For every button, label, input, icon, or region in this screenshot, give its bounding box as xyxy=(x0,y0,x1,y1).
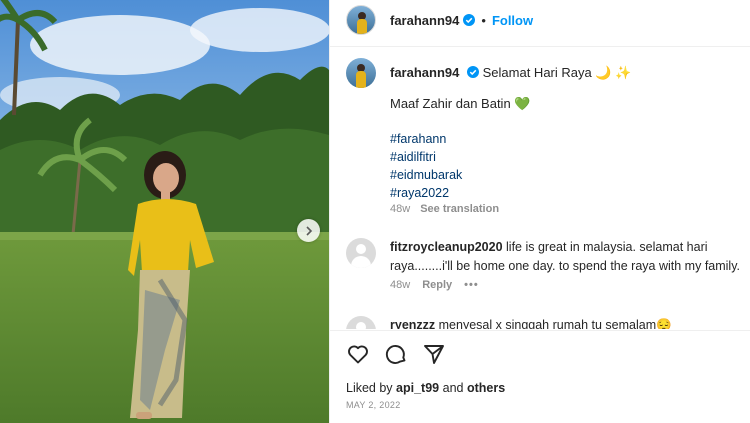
comment-age: 48w xyxy=(390,279,411,291)
post-details-panel: farahann94 • Follow farahann94 Selamat H… xyxy=(329,0,750,423)
caption-meta: 48w See translation xyxy=(390,203,499,215)
liked-by-and: and xyxy=(442,381,464,395)
comment-meta: 48w Reply ••• xyxy=(390,279,479,291)
hashtag-link[interactable]: #eidmubarak xyxy=(390,166,462,184)
heart-icon[interactable] xyxy=(346,342,370,366)
caption-age: 48w xyxy=(390,203,411,215)
verified-badge-icon xyxy=(463,14,476,26)
comment-icon[interactable] xyxy=(384,342,408,366)
hashtag-link[interactable]: #raya2022 xyxy=(390,184,462,202)
post-header: farahann94 • Follow xyxy=(346,5,533,35)
caption-avatar[interactable] xyxy=(346,58,376,88)
reply-button[interactable]: Reply xyxy=(422,279,452,291)
hashtag-link[interactable]: #farahann xyxy=(390,130,462,148)
actions-divider xyxy=(330,330,750,331)
caption-line-2: Maaf Zahir dan Batin 💚 xyxy=(390,96,531,111)
post-photo xyxy=(0,0,329,423)
share-icon[interactable] xyxy=(422,342,446,366)
comment-text: menyesal x singgah rumah tu semalam😔 xyxy=(438,318,672,329)
photo-scene xyxy=(0,0,329,423)
see-translation-link[interactable]: See translation xyxy=(420,203,499,215)
author-username[interactable]: farahann94 xyxy=(390,13,459,28)
post-date: MAY 2, 2022 xyxy=(346,400,401,410)
comment-username[interactable]: ryenzzz xyxy=(390,318,435,329)
header-divider xyxy=(330,46,750,47)
caption: farahann94 Selamat Hari Raya 🌙 ✨ xyxy=(346,58,740,88)
more-options-button[interactable]: ••• xyxy=(464,279,479,291)
caption-username[interactable]: farahann94 xyxy=(390,65,459,80)
liked-by-user[interactable]: api_t99 xyxy=(396,381,439,395)
comment-avatar[interactable] xyxy=(346,238,376,268)
liked-by-others[interactable]: others xyxy=(467,381,505,395)
liked-by-prefix: Liked by xyxy=(346,381,393,395)
hashtag-list: #farahann #aidilfitri #eidmubarak #raya2… xyxy=(390,130,462,202)
comment-avatar[interactable] xyxy=(346,316,376,329)
comment-item: ryenzzz menyesal x singgah rumah tu sema… xyxy=(346,316,744,329)
hashtag-link[interactable]: #aidilfitri xyxy=(390,148,462,166)
caption-text: Selamat Hari Raya 🌙 ✨ xyxy=(482,65,632,80)
likes-summary: Liked by api_t99 and others xyxy=(346,381,505,395)
action-bar xyxy=(346,342,446,366)
verified-badge-icon xyxy=(467,66,479,78)
chevron-right-icon xyxy=(305,225,312,236)
separator-dot: • xyxy=(481,12,486,28)
author-avatar[interactable] xyxy=(346,5,376,35)
follow-button[interactable]: Follow xyxy=(492,13,533,28)
comment-username[interactable]: fitzroycleanup2020 xyxy=(390,240,503,254)
next-photo-button[interactable] xyxy=(297,219,320,242)
comment-item: fitzroycleanup2020 life is great in mala… xyxy=(346,238,744,276)
